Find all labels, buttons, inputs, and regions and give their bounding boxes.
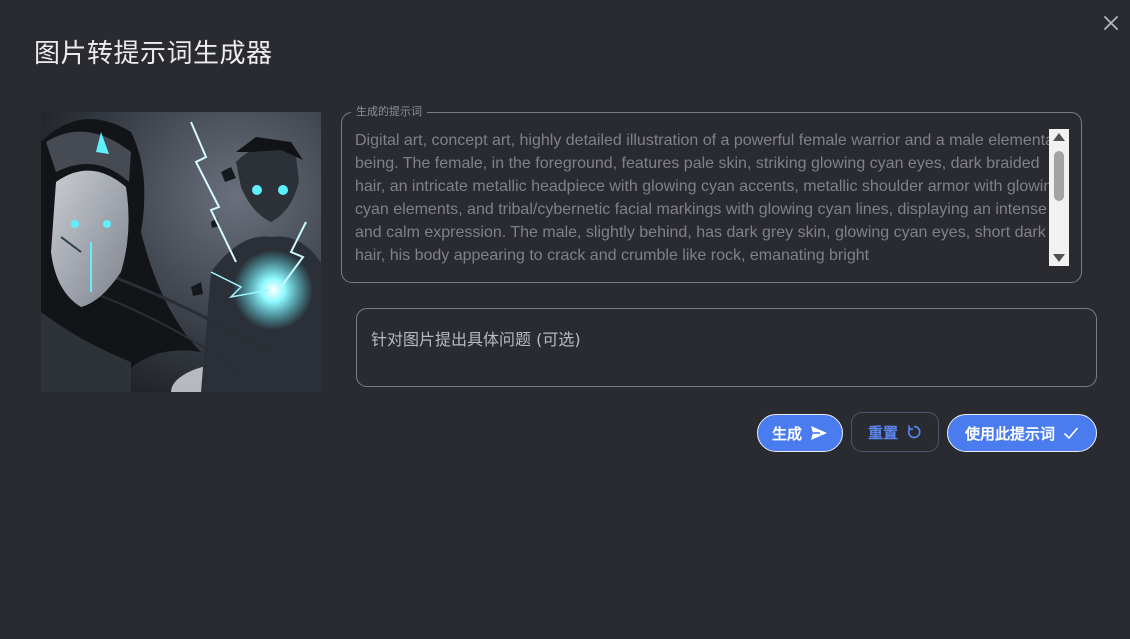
close-icon [1104,16,1118,30]
check-icon [1063,427,1079,440]
generated-prompt-field[interactable]: 生成的提示词 Digital art, concept art, highly … [341,105,1082,283]
scroll-thumb[interactable] [1054,151,1064,201]
generated-prompt-text[interactable]: Digital art, concept art, highly detaile… [355,129,1065,275]
image-to-prompt-dialog: 图片转提示词生成器 生成的提示词 Digital art, concept ar… [0,0,1130,639]
reset-button-label: 重置 [867,423,898,442]
reset-icon [907,425,921,439]
generate-button-label: 生成 [771,424,802,443]
reset-button[interactable]: 重置 [851,412,939,452]
question-input[interactable]: 针对图片提出具体问题 (可选) [356,308,1097,387]
uploaded-image-preview [41,112,321,392]
use-prompt-button[interactable]: 使用此提示词 [947,414,1097,452]
prompt-scrollbar[interactable] [1049,129,1069,266]
dialog-title: 图片转提示词生成器 [34,39,273,69]
use-prompt-button-label: 使用此提示词 [964,424,1055,443]
generated-prompt-label: 生成的提示词 [351,105,427,119]
send-icon [811,426,827,440]
scroll-up-arrow-icon[interactable] [1049,129,1069,145]
close-button[interactable] [1098,10,1124,36]
question-placeholder: 针对图片提出具体问题 (可选) [371,330,581,349]
scroll-down-arrow-icon[interactable] [1049,250,1069,266]
generate-button[interactable]: 生成 [757,414,843,452]
